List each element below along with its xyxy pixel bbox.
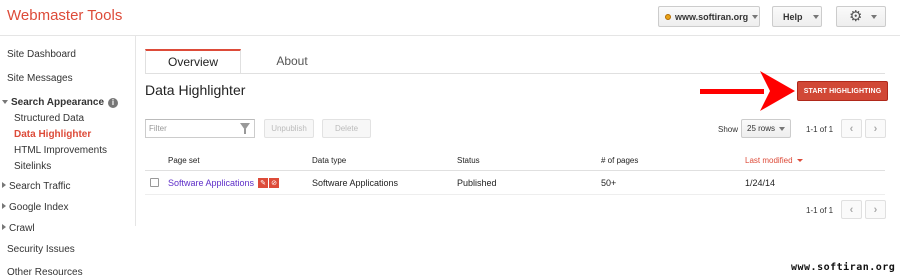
sidebar-item-crawl[interactable]: Crawl [2,223,35,234]
chevron-down-icon [812,14,819,19]
app-title[interactable]: Webmaster Tools [7,7,122,24]
column-header-data-type[interactable]: Data type [312,156,346,165]
sort-descending-icon [796,159,803,162]
sidebar-item-security-issues[interactable]: Security Issues [7,244,75,255]
tab-overview[interactable]: Overview [145,49,241,73]
sidebar-item-label: Google Index [9,202,69,213]
filter-input[interactable]: Filter [145,119,255,138]
column-header-label: Last modified [745,156,793,165]
sidebar-item-label: Search Traffic [9,181,71,192]
next-page-button[interactable]: › [865,119,886,138]
sidebar-item-google-index[interactable]: Google Index [2,202,69,213]
sidebar-item-site-dashboard[interactable]: Site Dashboard [7,49,76,60]
sidebar-item-data-highlighter[interactable]: Data Highlighter [14,129,91,140]
pager-count-bottom: 1-1 of 1 [806,206,834,215]
page-set-link[interactable]: Software Applications [168,178,254,188]
table-row-divider [145,194,885,195]
chevron-down-icon [779,126,786,131]
funnel-icon[interactable] [240,123,250,134]
rows-show-label: Show [718,125,739,134]
page-title: Data Highlighter [145,82,246,98]
circle-x-icon[interactable]: ⊘ [269,178,279,188]
pager-count-top: 1-1 of 1 [806,125,834,134]
site-favicon-icon [665,13,671,20]
sidebar-item-structured-data[interactable]: Structured Data [14,113,84,124]
watermark: www.softiran.org [791,262,896,273]
site-selector[interactable]: www.softiran.org [658,6,760,27]
rows-per-page-value: 25 rows [747,124,776,133]
rows-per-page-select[interactable]: 25 rows [741,119,791,138]
collapsed-arrow-icon [2,203,6,209]
status-cell: Published [457,178,497,188]
pencil-icon[interactable]: ✎ [258,178,268,188]
filter-placeholder: Filter [149,124,167,133]
site-selector-label: www.softiran.org [675,11,749,22]
table-header-divider [145,170,885,171]
data-type-cell: Software Applications [312,178,399,188]
sidebar-item-search-traffic[interactable]: Search Traffic [2,181,71,192]
red-arrow-icon [700,71,795,111]
settings-button[interactable]: ⚙ [836,6,886,27]
sidebar-item-sitelinks[interactable]: Sitelinks [14,161,51,172]
gear-icon: ⚙ [849,8,863,25]
collapsed-arrow-icon [2,182,6,188]
column-header-last-modified[interactable]: Last modified [745,156,803,165]
row-actions: ✎ ⊘ [258,178,279,188]
prev-page-button[interactable]: ‹ [841,200,862,219]
prev-page-button[interactable]: ‹ [841,119,862,138]
start-highlighting-button[interactable]: START HIGHLIGHTING [797,81,888,101]
sidebar-item-site-messages[interactable]: Site Messages [7,73,73,84]
next-page-button[interactable]: › [865,200,886,219]
sidebar-item-label: Crawl [9,223,35,234]
expanded-arrow-icon [2,100,8,104]
help-button[interactable]: Help [772,6,822,27]
chevron-down-icon [752,14,759,19]
column-header-pages[interactable]: # of pages [601,156,638,165]
collapsed-arrow-icon [2,224,6,230]
sidebar-item-html-improvements[interactable]: HTML Improvements [14,145,107,156]
column-header-status[interactable]: Status [457,156,480,165]
unpublish-button[interactable]: Unpublish [264,119,314,138]
row-checkbox[interactable] [150,178,159,187]
column-header-page-set[interactable]: Page set [168,156,200,165]
info-icon[interactable]: i [108,98,119,108]
pages-cell: 50+ [601,178,617,188]
help-label: Help [783,11,803,22]
delete-button[interactable]: Delete [322,119,371,138]
chevron-down-icon [871,14,878,19]
last-modified-cell: 1/24/14 [745,178,776,188]
sidebar-item-label: Search Appearance [11,97,105,108]
tab-about[interactable]: About [241,49,343,73]
sidebar-item-other-resources[interactable]: Other Resources [7,267,83,278]
sidebar-divider [135,36,136,226]
sidebar-item-search-appearance[interactable]: Search Appearance i [2,97,119,108]
